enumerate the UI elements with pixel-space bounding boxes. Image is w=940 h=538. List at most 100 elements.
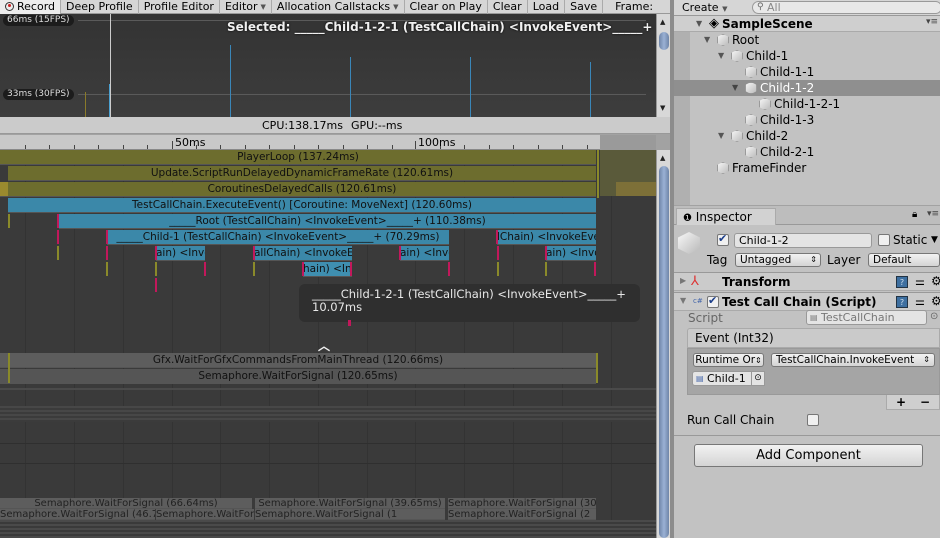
timeline-scrollbar[interactable]: ▲ bbox=[656, 150, 670, 538]
testcallchain-component-header[interactable]: ▼ c# Test Call Chain (Script) ? ⚌ ⚙ bbox=[674, 292, 940, 311]
load-button[interactable]: Load bbox=[528, 0, 566, 14]
scene-menu-icon[interactable]: ▾≡ bbox=[926, 17, 938, 27]
add-listener-button[interactable]: + bbox=[896, 395, 906, 409]
run-call-chain-label: Run Call Chain bbox=[687, 413, 775, 427]
sample-child-2-1-invoke[interactable]: ain) <InvokeEv bbox=[546, 246, 596, 261]
tag-dropdown[interactable]: Untagged ⇕ bbox=[735, 253, 821, 267]
cpu-time: CPU:138.17ms bbox=[262, 119, 344, 132]
ruler-label-100ms: 100ms bbox=[418, 136, 456, 149]
scrollbar-thumb[interactable] bbox=[659, 166, 669, 538]
worker-sample[interactable]: Semaphore.WaitForSignal (46.70ms bbox=[0, 509, 155, 520]
graph-spike bbox=[109, 84, 110, 117]
worker-sample[interactable]: Semaphore.WaitForSignal (2 bbox=[448, 509, 596, 520]
save-button[interactable]: Save bbox=[565, 0, 604, 14]
sample-semaphore-wait[interactable]: Semaphore.WaitForSignal (120.65ms) bbox=[0, 369, 596, 384]
function-dropdown[interactable]: TestCallChain.InvokeEvent ⇕ bbox=[771, 353, 935, 367]
run-call-chain-checkbox[interactable] bbox=[807, 414, 819, 426]
static-dropdown-icon[interactable]: ▼ bbox=[931, 235, 938, 245]
worker-sample[interactable]: Semaphore.WaitForSignal (1 bbox=[255, 509, 445, 520]
script-label: Script bbox=[688, 311, 723, 325]
help-icon[interactable]: ? bbox=[896, 276, 908, 288]
runtime-mode-dropdown[interactable]: Runtime Or⇕ bbox=[693, 353, 764, 367]
worker-sample[interactable]: Semaphore.WaitForSignal (39.65ms) bbox=[255, 498, 445, 509]
scene-name: SampleScene bbox=[722, 17, 813, 31]
expand-icon[interactable]: ▶ bbox=[680, 276, 686, 285]
preset-icon[interactable]: ⚌ bbox=[915, 275, 925, 288]
scroll-up-icon[interactable]: ▲ bbox=[660, 18, 665, 26]
transform-component-header[interactable]: ▶ ⅄ Transform ? ⚌ ⚙ bbox=[674, 272, 940, 291]
time-ruler[interactable]: 50ms 100ms bbox=[0, 135, 656, 150]
hierarchy-search-input[interactable]: ⚲ All bbox=[752, 1, 940, 14]
gameobject-icon bbox=[745, 66, 757, 78]
scrollbar-thumb[interactable] bbox=[659, 32, 669, 50]
hierarchy-item-root[interactable]: ▼ Root bbox=[704, 32, 759, 48]
object-picker-icon[interactable]: ⊙ bbox=[751, 371, 765, 386]
sample-marker[interactable] bbox=[0, 182, 8, 197]
sample-child-2-invoke[interactable]: lChain) <InvokeEvent bbox=[497, 230, 596, 245]
clear-button[interactable]: Clear bbox=[488, 0, 528, 14]
sample-root-invoke[interactable]: _____Root (TestCallChain) <InvokeEvent>_… bbox=[59, 214, 596, 229]
collapse-icon[interactable]: ▼ bbox=[680, 296, 686, 305]
scene-header[interactable]: ▼ ◈ SampleScene ▾≡ bbox=[674, 16, 940, 32]
lock-icon[interactable]: 🔒︎ bbox=[912, 209, 917, 220]
sample-child-1-invoke[interactable]: _____Child-1 (TestCallChain) <InvokeEven… bbox=[107, 230, 449, 245]
hierarchy-item-child-1-1[interactable]: Child-1-1 bbox=[745, 64, 814, 80]
component-enabled-checkbox[interactable] bbox=[707, 294, 719, 308]
graph-spike bbox=[230, 45, 231, 117]
static-checkbox[interactable] bbox=[878, 234, 890, 246]
hierarchy-item-child-2[interactable]: ▼ Child-2 bbox=[718, 128, 788, 144]
collapsed-threads[interactable] bbox=[0, 406, 656, 422]
object-name-input[interactable]: Child-1-2 bbox=[734, 233, 872, 248]
help-icon[interactable]: ? bbox=[896, 296, 908, 308]
sample-playerloop[interactable]: PlayerLoop (137.24ms) bbox=[0, 150, 596, 165]
gear-icon[interactable]: ⚙ bbox=[931, 274, 940, 288]
profile-editor-button[interactable]: Profile Editor bbox=[139, 0, 220, 14]
collapse-thread-icon[interactable]: ︿ bbox=[318, 337, 330, 354]
hierarchy-item-child-1-2-1[interactable]: Child-1-2-1 bbox=[759, 96, 840, 112]
hierarchy-item-child-1-2[interactable]: ▼ Child-1-2 bbox=[732, 80, 814, 96]
sample-execute-event[interactable]: TestCallChain.ExecuteEvent() [Coroutine:… bbox=[8, 198, 596, 213]
tab-inspector[interactable]: ❶ Inspector bbox=[676, 208, 776, 225]
sample-update-script[interactable]: Update.ScriptRunDelayedDynamicFrameRate … bbox=[8, 166, 596, 181]
sample-child-1-2-invoke[interactable]: allChain) <InvokeEv bbox=[254, 246, 352, 261]
tag-label: Tag bbox=[707, 253, 728, 267]
timeline-view[interactable]: PlayerLoop (137.24ms) Update.ScriptRunDe… bbox=[0, 150, 656, 520]
clear-on-play-button[interactable]: Clear on Play bbox=[405, 0, 488, 14]
hierarchy-item-framefinder[interactable]: FrameFinder bbox=[717, 160, 806, 176]
gear-icon[interactable]: ⚙ bbox=[931, 294, 940, 308]
sample-child-1-2-1-invoke[interactable]: hain) <InvokeEv bbox=[303, 262, 352, 277]
worker-sample[interactable]: Semaphore.WaitForSignal (66.64ms) bbox=[0, 498, 252, 509]
scroll-up-icon[interactable]: ▲ bbox=[660, 154, 665, 162]
editor-dropdown[interactable]: Editor ▼ bbox=[220, 0, 272, 14]
selected-frame-marker[interactable] bbox=[110, 14, 111, 117]
hierarchy-item-child-2-1[interactable]: Child-2-1 bbox=[745, 144, 814, 160]
object-picker-icon[interactable]: ⊙ bbox=[930, 311, 938, 322]
gameobject-icon bbox=[745, 114, 757, 126]
hierarchy-item-child-1[interactable]: ▼ Child-1 bbox=[718, 48, 788, 64]
deep-profile-button[interactable]: Deep Profile bbox=[61, 0, 139, 14]
sample-child-1-1-invoke[interactable]: ain) <InvokeEv bbox=[156, 246, 205, 261]
graph-spike bbox=[85, 92, 86, 117]
info-icon: ❶ bbox=[683, 213, 692, 224]
add-component-button[interactable]: Add Component bbox=[694, 444, 923, 467]
hierarchy-item-child-1-3[interactable]: Child-1-3 bbox=[745, 112, 814, 128]
panel-menu-icon[interactable]: ▾≡ bbox=[927, 209, 939, 219]
graph-scrollbar[interactable]: ▲ ▼ bbox=[656, 14, 670, 117]
remove-listener-button[interactable]: − bbox=[920, 395, 930, 409]
active-checkbox[interactable] bbox=[717, 232, 729, 246]
worker-sample[interactable]: Semaphore.WaitForSignal (2 bbox=[156, 509, 254, 520]
allocation-callstacks-dropdown[interactable]: Allocation Callstacks ▼ bbox=[272, 0, 405, 14]
search-icon: ⚲ bbox=[757, 2, 764, 12]
selected-sample-label: Selected: _____Child-1-2-1 (TestCallChai… bbox=[227, 20, 653, 34]
worker-sample[interactable]: Semaphore.WaitForSignal (30.41 bbox=[448, 498, 596, 509]
create-dropdown[interactable]: Create ▼ bbox=[682, 1, 727, 14]
sample-child-1-3-invoke[interactable]: ain) <InvokeEv bbox=[400, 246, 449, 261]
expand-icon[interactable]: ▼ bbox=[696, 16, 706, 32]
preset-icon[interactable]: ⚌ bbox=[915, 295, 925, 308]
layer-dropdown[interactable]: Default bbox=[868, 253, 940, 267]
sample-coroutines-delayed-calls[interactable]: CoroutinesDelayedCalls (120.61ms) bbox=[8, 182, 596, 197]
sample-gfx-wait[interactable]: Gfx.WaitForGfxCommandsFromMainThread (12… bbox=[0, 353, 596, 368]
record-button[interactable]: Record bbox=[0, 0, 62, 14]
scroll-down-icon[interactable]: ▼ bbox=[660, 104, 665, 112]
cpu-usage-graph[interactable]: 66ms (15FPS) 33ms (30FPS) Selected: ____… bbox=[0, 14, 656, 117]
